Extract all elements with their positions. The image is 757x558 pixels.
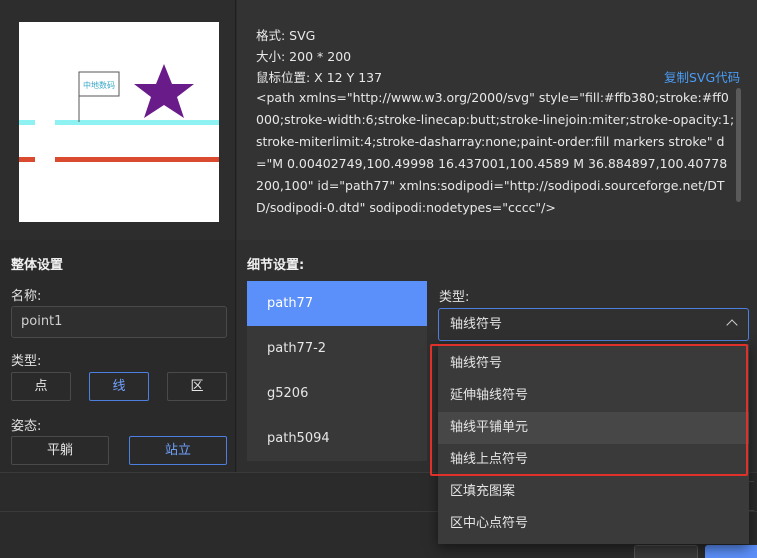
list-item-path5094[interactable]: path5094	[247, 416, 427, 461]
cyan-line-right	[55, 120, 219, 125]
chevron-up-icon	[726, 319, 738, 331]
type-label: 类型:	[11, 354, 42, 369]
size-text: 大小: 200 * 200	[256, 49, 352, 64]
type-dropdown-menu: 轴线符号 延伸轴线符号 轴线平铺单元 轴线上点符号 区填充图案 区中心点符号	[438, 344, 749, 544]
dropdown-option-extended-axis-symbol[interactable]: 延伸轴线符号	[438, 380, 749, 412]
ok-button[interactable]	[705, 545, 757, 558]
dropdown-option-axis-tile-unit[interactable]: 轴线平铺单元	[438, 412, 749, 444]
star-shape	[134, 64, 194, 118]
svg-preview: 中地数码	[19, 22, 219, 222]
element-list: path77 path77-2 g5206 path5094	[247, 281, 427, 461]
type-point-button[interactable]: 点	[11, 372, 71, 401]
list-item-path77[interactable]: path77	[247, 281, 427, 326]
overall-settings-title: 整体设置	[11, 258, 64, 273]
cyan-line-left	[19, 120, 35, 125]
list-item-path77-2[interactable]: path77-2	[247, 326, 427, 371]
flag-text: 中地数码	[83, 80, 115, 90]
cancel-button[interactable]	[634, 545, 698, 558]
name-label: 名称:	[11, 289, 42, 304]
dropdown-option-area-fill-pattern[interactable]: 区填充图案	[438, 476, 749, 508]
pose-stand-button[interactable]: 站立	[129, 436, 227, 465]
format-text: 格式: SVG	[256, 28, 316, 43]
dropdown-option-axis-symbol[interactable]: 轴线符号	[438, 348, 749, 380]
preview-canvas: 中地数码	[19, 64, 219, 162]
detail-type-select[interactable]: 轴线符号	[438, 308, 749, 341]
pose-label: 姿态:	[11, 419, 42, 434]
type-area-button[interactable]: 区	[167, 372, 227, 401]
red-line-left	[19, 157, 35, 162]
red-line-right	[55, 157, 219, 162]
name-input[interactable]: point1	[11, 306, 227, 338]
code-scrollbar[interactable]	[736, 88, 741, 202]
mouse-position-text: 鼠标位置: X 12 Y 137	[256, 70, 383, 85]
dropdown-option-area-center-symbol[interactable]: 区中心点符号	[438, 508, 749, 540]
svg-code-text: <path xmlns="http://www.w3.org/2000/svg"…	[256, 90, 735, 215]
copy-svg-code-link[interactable]: 复制SVG代码	[664, 67, 740, 86]
dropdown-option-axis-point-symbol[interactable]: 轴线上点符号	[438, 444, 749, 476]
detail-type-label: 类型:	[439, 290, 470, 305]
detail-settings-title: 细节设置:	[247, 258, 305, 273]
pose-flat-button[interactable]: 平躺	[11, 436, 109, 465]
detail-type-value: 轴线符号	[450, 317, 503, 332]
type-line-button[interactable]: 线	[89, 372, 149, 401]
list-item-g5206[interactable]: g5206	[247, 371, 427, 416]
